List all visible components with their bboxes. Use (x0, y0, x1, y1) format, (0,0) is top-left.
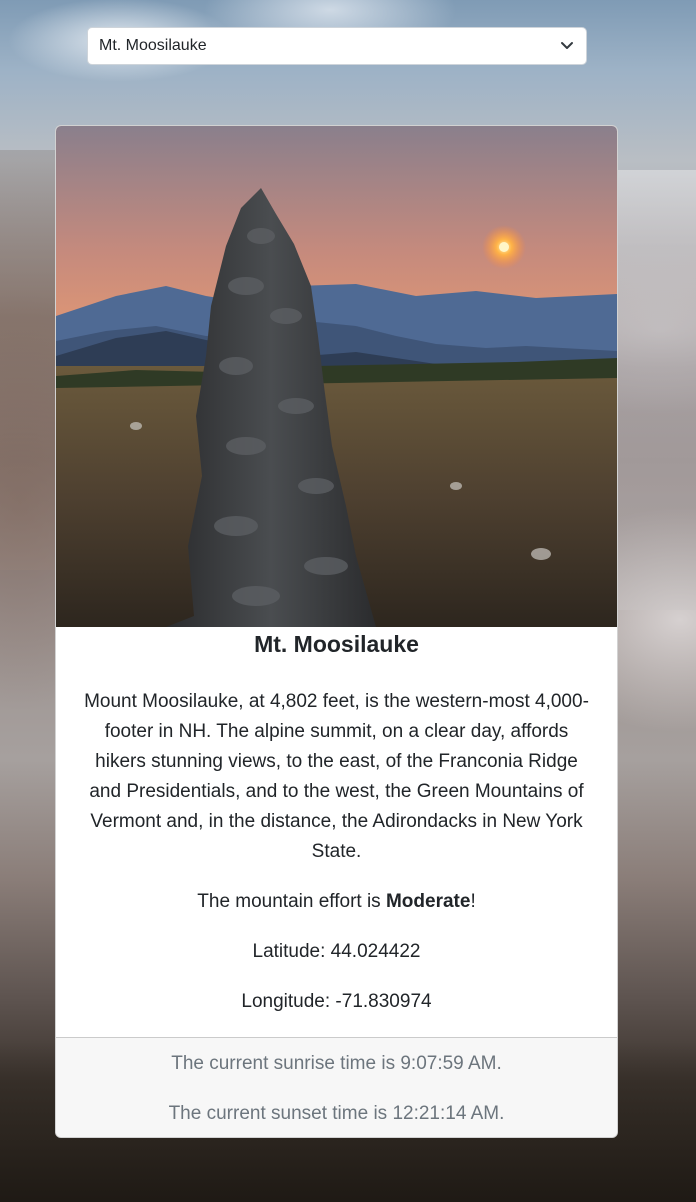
effort-value: Moderate (385, 891, 471, 912)
longitude-text: Longitude: -71.830974 (241, 991, 432, 1012)
mountain-select-value: Mt. Moosilauke (99, 37, 207, 54)
mountain-description: Mount Moosilauke, at 4,802 feet, is the … (84, 691, 589, 862)
card-footer: The current sunrise time is 9:07:59 AM. … (56, 1037, 617, 1137)
chevron-down-icon (561, 42, 573, 49)
background-mountain-right (616, 170, 696, 610)
card-title: Mt. Moosilauke (254, 631, 419, 657)
sunrise-text: The current sunrise time is 9:07:59 AM. (171, 1053, 502, 1074)
background-mountain-left (0, 150, 60, 570)
effort-prefix: The mountain effort is (197, 891, 386, 912)
effort-text: The mountain effort is Moderate! (78, 887, 595, 917)
mountain-photo (56, 126, 617, 627)
mountain-select[interactable]: Mt. Moosilauke (87, 27, 587, 65)
effort-suffix: ! (470, 891, 476, 912)
sunset-text: The current sunset time is 12:21:14 AM. (168, 1103, 505, 1124)
latitude-text: Latitude: 44.024422 (252, 941, 421, 962)
mountain-card: Mt. Moosilauke Mount Moosilauke, at 4,80… (55, 125, 618, 1138)
